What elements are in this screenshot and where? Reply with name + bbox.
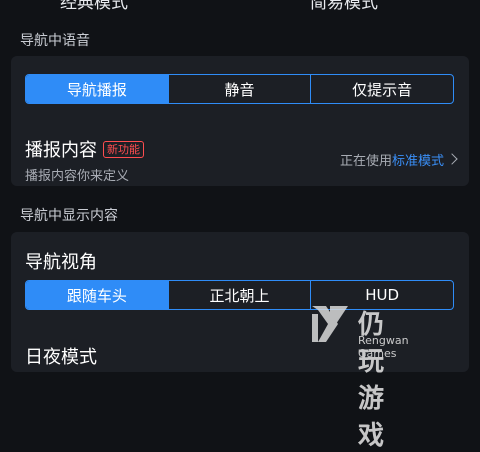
broadcast-status[interactable]: 正在使用标准模式 <box>340 150 444 169</box>
voice-mode-segmented-control: 导航播报 静音 仅提示音 <box>25 74 454 104</box>
simple-mode-option[interactable]: 简易模式 <box>310 0 378 13</box>
voice-option-tones-only[interactable]: 仅提示音 <box>310 75 453 103</box>
status-prefix: 正在使用 <box>339 154 392 169</box>
watermark-subtitle: Rengwan Games <box>358 334 409 360</box>
voice-section-label: 导航中语音 <box>20 33 90 49</box>
broadcast-content-title: 播报内容 <box>25 140 97 161</box>
broadcast-content-subtitle: 播报内容你来定义 <box>25 169 130 184</box>
nav-view-title: 导航视角 <box>25 252 97 273</box>
broadcast-content-row[interactable]: 播报内容 新功能 <box>25 136 144 162</box>
new-feature-badge: 新功能 <box>103 140 144 158</box>
voice-option-mute[interactable]: 静音 <box>167 75 311 103</box>
status-value: 标准模式 <box>391 154 444 169</box>
view-option-north-up[interactable]: 正北朝上 <box>167 281 311 309</box>
rengwan-logo-icon <box>312 306 348 342</box>
day-night-mode-title[interactable]: 日夜模式 <box>25 343 97 369</box>
view-option-follow-heading[interactable]: 跟随车头 <box>26 281 168 309</box>
display-section-label: 导航中显示内容 <box>20 208 118 224</box>
voice-option-broadcast[interactable]: 导航播报 <box>26 75 168 103</box>
watermark-brand: 仍玩游戏 <box>358 310 387 451</box>
nav-view-segmented-control: 跟随车头 正北朝上 HUD <box>25 280 454 310</box>
classic-mode-option[interactable]: 经典模式 <box>60 0 128 13</box>
